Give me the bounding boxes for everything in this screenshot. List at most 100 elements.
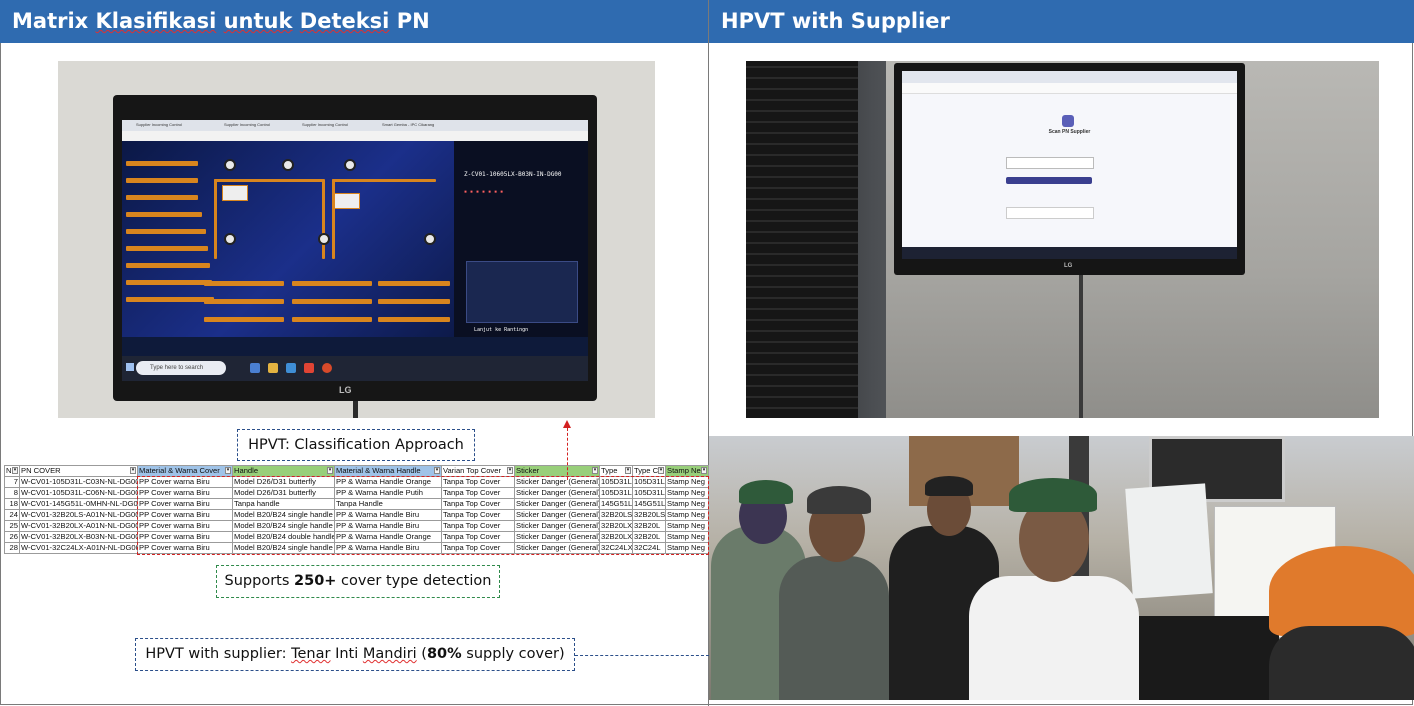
table-cell[interactable]: Tanpa Top Cover	[441, 498, 515, 510]
table-cell[interactable]: 18	[4, 498, 20, 510]
table-cell[interactable]: Model B20/B24 single handle	[232, 520, 335, 532]
column-header[interactable]: N ▾	[4, 465, 20, 477]
table-cell[interactable]: 7	[4, 476, 20, 488]
chrome-icon[interactable]	[304, 363, 314, 373]
table-cell[interactable]: PP Cover warna Biru	[137, 498, 233, 510]
table-cell[interactable]: Sticker Danger (General)	[514, 542, 600, 554]
filter-dropdown-icon[interactable]: ▾	[225, 467, 231, 474]
table-cell[interactable]: Model B20/B24 single handle	[232, 509, 335, 521]
table-cell[interactable]: PP & Warna Handle Biru	[334, 542, 442, 554]
table-cell[interactable]: 105D31L	[632, 487, 666, 499]
column-header[interactable]: Material & Warna Cover ▾	[137, 465, 233, 477]
table-cell[interactable]: Sticker Danger (General)	[514, 531, 600, 543]
table-cell[interactable]: Stamp Neg	[665, 531, 709, 543]
table-cell[interactable]: 145G51L	[599, 498, 633, 510]
table-cell[interactable]: 25	[4, 520, 20, 532]
table-cell[interactable]: PP Cover warna Biru	[137, 531, 233, 543]
table-cell[interactable]: 32C24L	[632, 542, 666, 554]
table-cell[interactable]: Model B20/B24 single handle	[232, 542, 335, 554]
table-cell[interactable]: PP Cover warna Biru	[137, 520, 233, 532]
table-cell[interactable]: Stamp Neg	[665, 476, 709, 488]
filter-dropdown-icon[interactable]: ▾	[507, 467, 513, 474]
table-cell[interactable]: W-CV01-32B20LS-A01N-NL-DG00	[19, 509, 138, 521]
table-cell[interactable]: Sticker Danger (General)	[514, 520, 600, 532]
pn-input[interactable]	[1006, 157, 1094, 169]
table-cell[interactable]: Stamp Neg	[665, 509, 709, 521]
table-cell[interactable]: W-CV01-32C24LX-A01N-NL-DG00	[19, 542, 138, 554]
column-header[interactable]: Handle ▾	[232, 465, 335, 477]
table-cell[interactable]: W-CV01-145G51L-0MHN-NL-DG00	[19, 498, 138, 510]
table-cell[interactable]: 28	[4, 542, 20, 554]
table-cell[interactable]: W-CV01-105D31L-C06N-NL-DG00	[19, 487, 138, 499]
table-cell[interactable]: 32B20L	[632, 531, 666, 543]
table-cell[interactable]: 105D31L	[599, 476, 633, 488]
table-cell[interactable]: PP Cover warna Biru	[137, 509, 233, 521]
table-cell[interactable]: Tanpa Top Cover	[441, 476, 515, 488]
filter-dropdown-icon[interactable]: ▾	[434, 467, 440, 474]
folder-icon[interactable]	[268, 363, 278, 373]
table-cell[interactable]: Model D26/D31 butterfly	[232, 487, 335, 499]
table-cell[interactable]: 105D31L	[599, 487, 633, 499]
table-cell[interactable]: PP & Warna Handle Orange	[334, 476, 442, 488]
table-cell[interactable]: 32B20LS	[599, 509, 633, 521]
table-cell[interactable]: Tanpa Top Cover	[441, 520, 515, 532]
column-header[interactable]: Sticker ▾	[514, 465, 600, 477]
table-cell[interactable]: Sticker Danger (General)	[514, 476, 600, 488]
table-cell[interactable]: PP & Warna Handle Biru	[334, 509, 442, 521]
table-cell[interactable]: 26	[4, 531, 20, 543]
table-cell[interactable]: 32C24LX	[599, 542, 633, 554]
table-cell[interactable]: 145G51L	[632, 498, 666, 510]
table-cell[interactable]: Tanpa Top Cover	[441, 531, 515, 543]
table-cell[interactable]: 32B20LS	[632, 509, 666, 521]
filter-dropdown-icon[interactable]: ▾	[658, 467, 664, 474]
table-cell[interactable]: Stamp Neg	[665, 520, 709, 532]
table-cell[interactable]: Sticker Danger (General)	[514, 487, 600, 499]
column-header[interactable]: Stamp Ne ▾	[665, 465, 709, 477]
table-cell[interactable]: Stamp Neg	[665, 498, 709, 510]
table-cell[interactable]: PP Cover warna Biru	[137, 487, 233, 499]
filter-dropdown-icon[interactable]: ▾	[592, 467, 598, 474]
table-cell[interactable]: Tanpa Top Cover	[441, 509, 515, 521]
filter-dropdown-icon[interactable]: ▾	[12, 467, 18, 474]
filter-dropdown-icon[interactable]: ▾	[327, 467, 333, 474]
table-cell[interactable]: W-CV01-105D31L-C03N-NL-DG00	[19, 476, 138, 488]
table-cell[interactable]: 32B20LX	[599, 520, 633, 532]
column-header[interactable]: PN COVER ▾	[19, 465, 138, 477]
table-cell[interactable]: W-CV01-32B20LX-B03N-NL-DG00	[19, 531, 138, 543]
table-cell[interactable]: PP & Warna Handle Orange	[334, 531, 442, 543]
scan-button[interactable]	[1006, 177, 1092, 184]
column-header[interactable]: Type C ▾	[632, 465, 666, 477]
filter-dropdown-icon[interactable]: ▾	[701, 467, 707, 474]
edge-icon[interactable]	[286, 363, 296, 373]
table-cell[interactable]: 32B20L	[632, 520, 666, 532]
table-cell[interactable]: Stamp Neg	[665, 542, 709, 554]
next-button[interactable]: Lanjut ke Rantingn	[474, 327, 528, 333]
table-cell[interactable]: Model B20/B24 double handle	[232, 531, 335, 543]
column-header[interactable]: Varian Top Cover ▾	[441, 465, 515, 477]
table-cell[interactable]: PP Cover warna Biru	[137, 542, 233, 554]
taskview-icon[interactable]	[250, 363, 260, 373]
table-cell[interactable]: Tanpa handle	[232, 498, 335, 510]
table-cell[interactable]: Tanpa Handle	[334, 498, 442, 510]
result-field[interactable]	[1006, 207, 1094, 219]
table-cell[interactable]: Sticker Danger (General)	[514, 509, 600, 521]
table-cell[interactable]: 105D31L	[632, 476, 666, 488]
filter-dropdown-icon[interactable]: ▾	[625, 467, 631, 474]
table-cell[interactable]: 32B20LX	[599, 531, 633, 543]
column-header[interactable]: Type ▾	[599, 465, 633, 477]
table-cell[interactable]: 8	[4, 487, 20, 499]
windows-icon[interactable]	[126, 363, 134, 371]
table-cell[interactable]: PP Cover warna Biru	[137, 476, 233, 488]
table-cell[interactable]: Tanpa Top Cover	[441, 542, 515, 554]
table-cell[interactable]: Model D26/D31 butterfly	[232, 476, 335, 488]
app-icon[interactable]	[322, 363, 332, 373]
table-cell[interactable]: 24	[4, 509, 20, 521]
table-cell[interactable]: Stamp Neg	[665, 487, 709, 499]
table-cell[interactable]: Tanpa Top Cover	[441, 487, 515, 499]
table-cell[interactable]: PP & Warna Handle Biru	[334, 520, 442, 532]
taskbar-search[interactable]: Type here to search	[136, 361, 226, 375]
table-cell[interactable]: W-CV01-32B20LX-A01N-NL-DG00	[19, 520, 138, 532]
column-header[interactable]: Material & Warna Handle ▾	[334, 465, 442, 477]
table-cell[interactable]: Sticker Danger (General)	[514, 498, 600, 510]
table-cell[interactable]: PP & Warna Handle Putih	[334, 487, 442, 499]
